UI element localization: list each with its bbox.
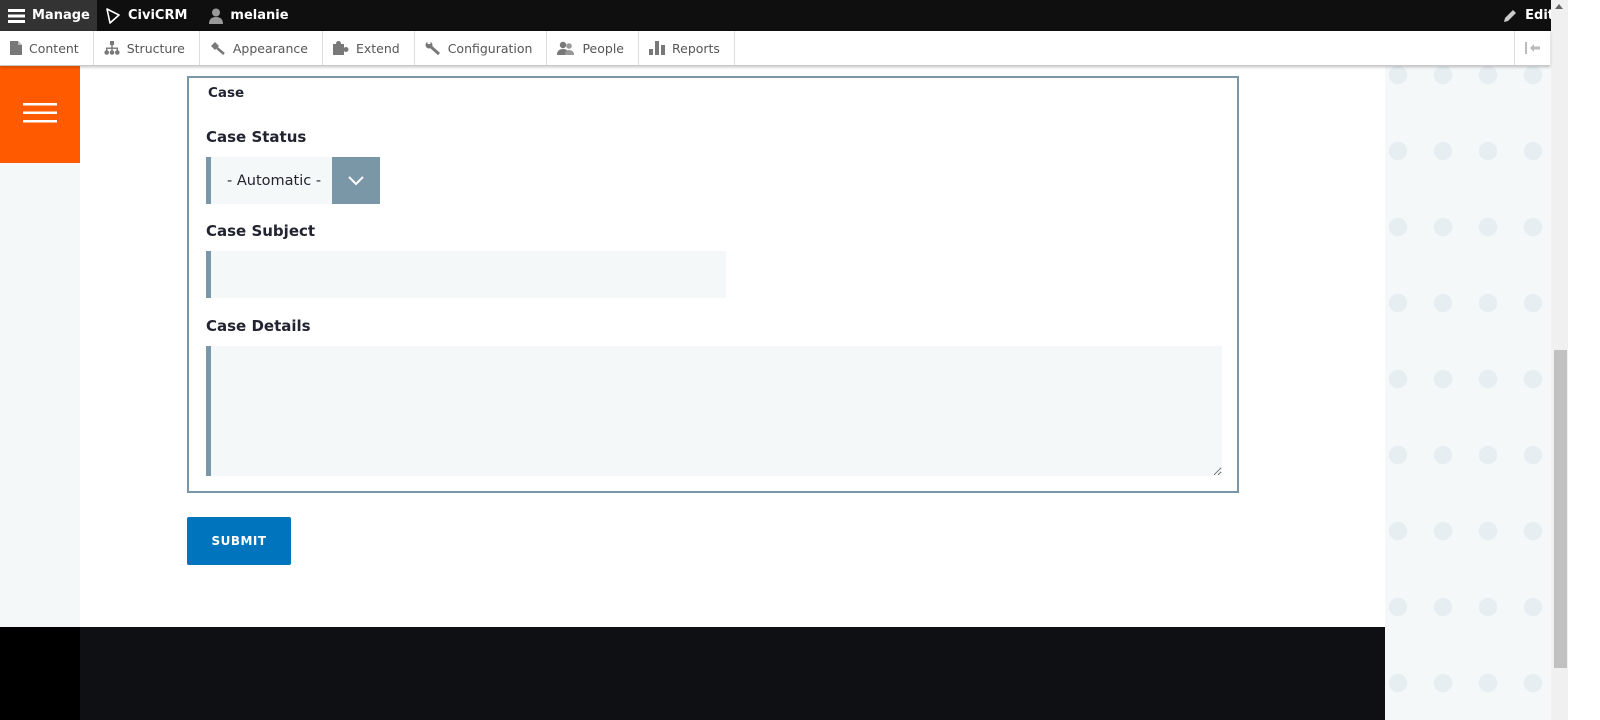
page-icon bbox=[10, 41, 22, 55]
pencil-icon bbox=[1502, 8, 1518, 24]
tray-item-label: Appearance bbox=[232, 40, 308, 56]
manage-tab[interactable]: Manage bbox=[0, 0, 97, 31]
scrollbar-thumb[interactable] bbox=[1554, 350, 1567, 668]
civicrm-tab[interactable]: CiviCRM bbox=[97, 0, 201, 31]
case-subject-label: Case Subject bbox=[206, 222, 316, 240]
tray-item-label: Structure bbox=[126, 40, 185, 56]
user-label: melanie bbox=[230, 8, 289, 23]
collapse-left-icon bbox=[1524, 39, 1541, 58]
tray-item-people[interactable]: People bbox=[547, 31, 639, 65]
hamburger-icon bbox=[23, 102, 57, 127]
tray-item-extend[interactable]: Extend bbox=[323, 31, 415, 65]
people-icon bbox=[557, 41, 575, 55]
fieldset-legend: Case bbox=[208, 85, 245, 101]
chevron-down-icon bbox=[348, 171, 364, 190]
tray-orientation-toggle[interactable] bbox=[1514, 31, 1550, 65]
tray-item-reports[interactable]: Reports bbox=[639, 31, 735, 65]
manage-label: Manage bbox=[32, 8, 90, 23]
user-icon bbox=[209, 8, 224, 24]
paintbrush-icon bbox=[210, 41, 226, 55]
civicrm-logo-icon bbox=[105, 7, 121, 24]
footer-left bbox=[0, 627, 80, 720]
admin-toolbar: Manage CiviCRM melanie Edit bbox=[0, 0, 1568, 31]
tray-item-configuration[interactable]: Configuration bbox=[415, 31, 548, 65]
scroll-up-arrow-icon[interactable] bbox=[1555, 4, 1563, 9]
tray-item-structure[interactable]: Structure bbox=[94, 31, 200, 65]
case-details-textarea[interactable] bbox=[206, 346, 1222, 476]
civicrm-label: CiviCRM bbox=[128, 8, 188, 23]
hamburger-icon bbox=[8, 8, 25, 23]
tray-item-label: Content bbox=[29, 40, 79, 56]
puzzle-icon bbox=[332, 41, 349, 55]
case-details-label: Case Details bbox=[206, 317, 311, 335]
edit-label: Edit bbox=[1525, 8, 1554, 23]
page-footer bbox=[80, 627, 1385, 720]
site-menu-button[interactable] bbox=[0, 66, 80, 163]
drop-pattern-background bbox=[1385, 66, 1551, 720]
page-scrollbar[interactable] bbox=[1551, 0, 1568, 720]
tray-item-appearance[interactable]: Appearance bbox=[200, 31, 323, 65]
tray-item-label: Configuration bbox=[447, 40, 533, 56]
tray-item-content[interactable]: Content bbox=[0, 31, 94, 65]
case-subject-input[interactable] bbox=[206, 251, 726, 298]
tray-item-label: Reports bbox=[672, 40, 720, 56]
case-status-select[interactable]: - Automatic - bbox=[206, 157, 380, 204]
user-tab[interactable]: melanie bbox=[201, 0, 302, 31]
tray-item-label: Extend bbox=[355, 40, 400, 56]
wrench-icon bbox=[425, 41, 441, 55]
case-status-label: Case Status bbox=[206, 128, 307, 146]
admin-tray: Content Structure Appearance Extend Conf… bbox=[0, 31, 1550, 66]
case-fieldset: Case Case Status - Automatic - Case Subj… bbox=[187, 76, 1239, 493]
sitemap-icon bbox=[104, 41, 120, 55]
submit-button[interactable]: SUBMIT bbox=[187, 517, 291, 565]
dropdown-button[interactable] bbox=[332, 157, 380, 204]
tray-item-label: People bbox=[582, 40, 624, 56]
bar-chart-icon bbox=[649, 41, 665, 55]
case-status-value: - Automatic - bbox=[227, 172, 322, 189]
